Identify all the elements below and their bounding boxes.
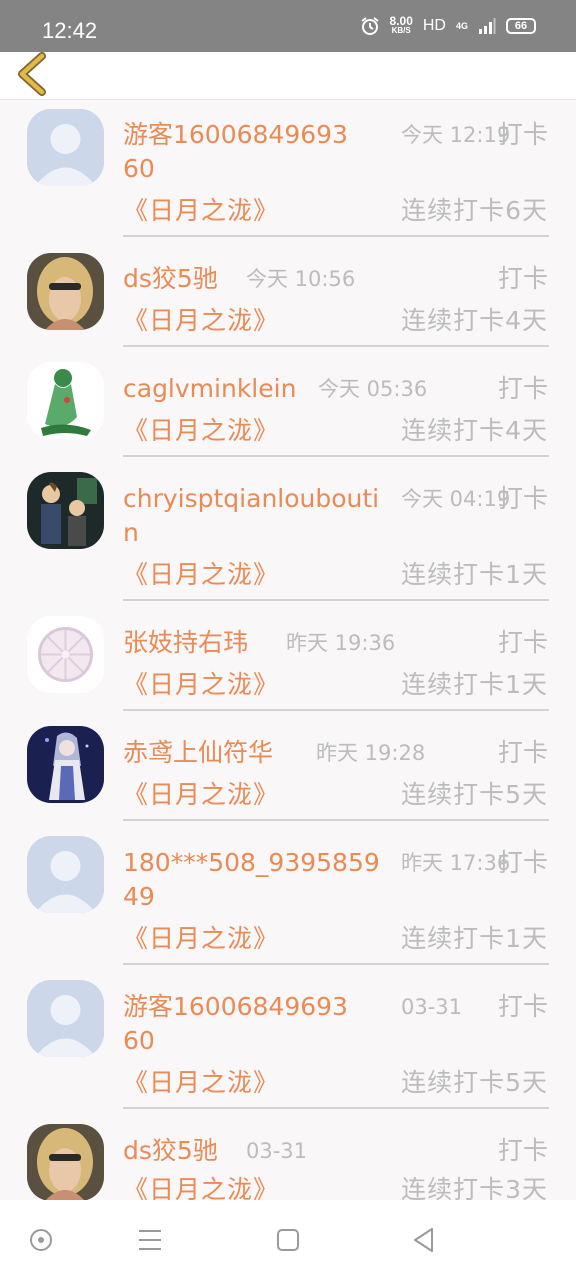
status-bar: 12:42 8.00 KB/S HD 4G 66 (0, 0, 576, 52)
home-circle-icon[interactable] (25, 1224, 57, 1256)
system-nav-bar (0, 1200, 576, 1280)
divider (123, 599, 549, 601)
signal-icon (479, 18, 496, 34)
user-name[interactable]: caglvminklein (123, 372, 296, 406)
checkin-time: 今天 12:19 (401, 123, 511, 147)
photo-avatar[interactable] (27, 1124, 104, 1200)
hd-indicator: HD (422, 17, 446, 34)
photo-avatar[interactable] (27, 472, 104, 549)
battery-level: 66 (514, 20, 528, 32)
checkin-time: 昨天 19:36 (286, 631, 396, 655)
streak-count: 连续打卡1天 (401, 670, 548, 699)
streak-count: 连续打卡5天 (401, 1068, 548, 1097)
user-name[interactable]: chryisptqianlouboutin (123, 482, 385, 550)
checkin-label: 打卡 (497, 738, 548, 767)
checkin-time: 昨天 17:36 (401, 851, 511, 875)
checkin-label: 打卡 (497, 628, 548, 657)
book-title[interactable]: 《日月之泷》 (123, 558, 279, 592)
divider (123, 345, 549, 347)
streak-count: 连续打卡1天 (401, 924, 548, 953)
streak-count: 连续打卡4天 (401, 416, 548, 445)
chevron-left-icon (18, 52, 46, 96)
checkin-label: 打卡 (497, 848, 548, 877)
checkin-list: 游客1600684969360 今天 12:19 打卡 《日月之泷》 连续打卡6… (0, 100, 576, 1200)
checkin-time: 今天 04:19 (401, 487, 511, 511)
user-name[interactable]: 赤鸢上仙符华 (123, 736, 273, 770)
checkin-time: 03-31 (401, 995, 463, 1019)
checkin-label: 打卡 (497, 264, 548, 293)
book-title[interactable]: 《日月之泷》 (123, 194, 279, 228)
book-title[interactable]: 《日月之泷》 (123, 1066, 279, 1100)
alarm-icon (360, 17, 379, 35)
square-icon[interactable] (272, 1224, 304, 1256)
user-name[interactable]: 游客1600684969360 (123, 118, 353, 186)
book-title[interactable]: 《日月之泷》 (123, 1173, 279, 1200)
book-title[interactable]: 《日月之泷》 (123, 304, 279, 338)
anime-avatar[interactable] (27, 362, 104, 439)
divider (123, 963, 549, 965)
divider (123, 235, 549, 237)
checkin-label: 打卡 (497, 120, 548, 149)
streak-count: 连续打卡5天 (401, 780, 548, 809)
network-type: 4G (455, 21, 468, 31)
lemon-avatar[interactable] (27, 616, 104, 693)
user-name[interactable]: ds狡5驰 (123, 262, 218, 296)
checkin-time: 昨天 19:28 (316, 741, 426, 765)
checkin-time: 今天 10:56 (246, 267, 356, 291)
default-avatar[interactable] (27, 836, 104, 913)
status-time: 12:42 (42, 18, 98, 43)
photo-avatar[interactable] (27, 253, 104, 330)
checkin-label: 打卡 (497, 484, 548, 513)
book-title[interactable]: 《日月之泷》 (123, 668, 279, 702)
battery-icon: 66 (506, 18, 536, 34)
streak-count: 连续打卡1天 (401, 560, 548, 589)
streak-count: 连续打卡3天 (401, 1175, 548, 1200)
divider (123, 709, 549, 711)
speed-unit: KB/S (391, 26, 411, 35)
book-title[interactable]: 《日月之泷》 (123, 778, 279, 812)
menu-icon[interactable] (134, 1224, 166, 1256)
checkin-label: 打卡 (497, 1136, 548, 1165)
back-button[interactable] (14, 52, 54, 98)
back-triangle-icon[interactable] (408, 1224, 440, 1256)
divider (123, 819, 549, 821)
user-name[interactable]: 180***508_939585949 (123, 846, 385, 914)
default-avatar[interactable] (27, 980, 104, 1057)
network-speed: 8.00 KB/S (389, 14, 413, 36)
checkin-label: 打卡 (497, 374, 548, 403)
divider (123, 455, 549, 457)
book-title[interactable]: 《日月之泷》 (123, 414, 279, 448)
user-name[interactable]: 张妓持右玮 (123, 626, 248, 660)
checkin-label: 打卡 (497, 992, 548, 1021)
status-indicators: 8.00 KB/S HD 4G 66 (360, 14, 536, 36)
checkin-time: 03-31 (246, 1139, 308, 1163)
user-name[interactable]: 游客1600684969360 (123, 990, 353, 1058)
user-name[interactable]: ds狡5驰 (123, 1134, 218, 1168)
header-bar (0, 52, 576, 100)
divider (123, 1107, 549, 1109)
default-avatar[interactable] (27, 109, 104, 186)
checkin-time: 今天 05:36 (318, 377, 428, 401)
streak-count: 连续打卡4天 (401, 306, 548, 335)
speed-value: 8.00 (389, 14, 413, 28)
streak-count: 连续打卡6天 (401, 196, 548, 225)
anime-avatar[interactable] (27, 726, 104, 803)
book-title[interactable]: 《日月之泷》 (123, 922, 279, 956)
